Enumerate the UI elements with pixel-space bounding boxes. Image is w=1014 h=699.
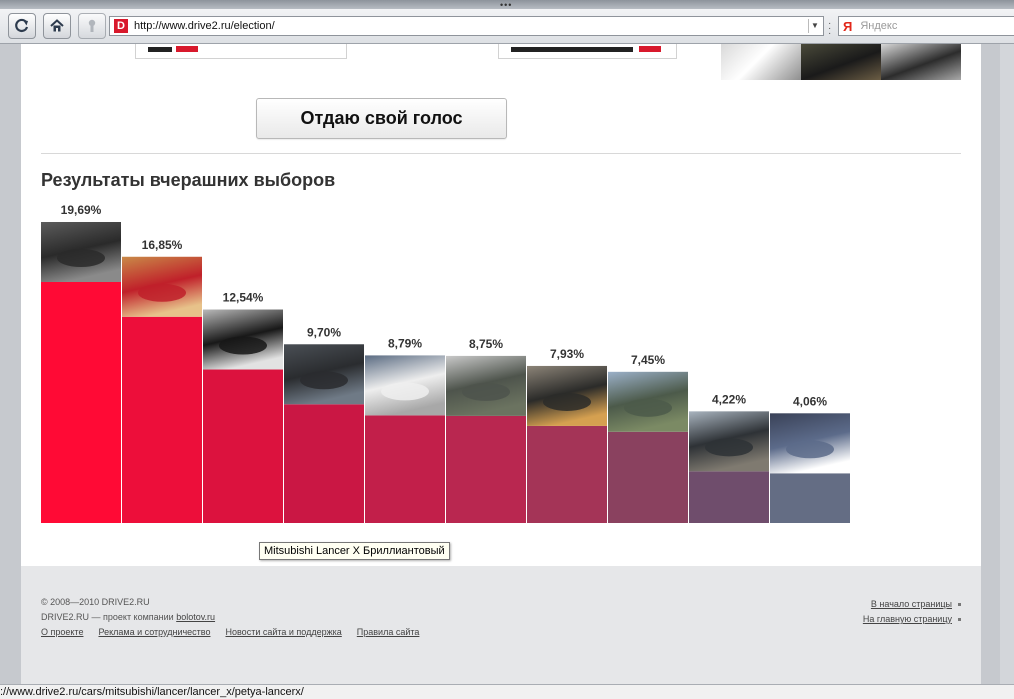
drag-grip-icon[interactable]: ••• xyxy=(500,1,512,10)
dropdown-icon[interactable]: ▼ xyxy=(808,19,821,33)
info-button[interactable] xyxy=(78,13,106,39)
chart-bar[interactable] xyxy=(446,415,526,523)
reload-icon xyxy=(15,18,29,33)
bullet-icon xyxy=(958,618,961,622)
bar-value-label: 19,69% xyxy=(61,203,102,217)
status-bar: ://www.drive2.ru/cars/mitsubishi/lancer/… xyxy=(0,684,1014,699)
tab-strip: ••• xyxy=(0,0,1014,10)
bar-value-label: 8,79% xyxy=(388,336,422,350)
chart-bar[interactable] xyxy=(122,316,202,523)
chart-bar[interactable] xyxy=(365,415,445,523)
address-bar[interactable]: D http://www.drive2.ru/election/ ▼ xyxy=(109,16,824,36)
home-button[interactable] xyxy=(43,13,71,39)
footer-link-news[interactable]: Новости сайта и поддержка xyxy=(226,627,342,637)
page-content: Отдаю свой голос Результаты вчерашних вы… xyxy=(21,44,981,684)
home-icon xyxy=(50,19,64,32)
car-tooltip: Mitsubishi Lancer X Бриллиантовый xyxy=(259,542,450,560)
bar-value-label: 9,70% xyxy=(307,325,341,339)
car-silhouette xyxy=(381,382,429,401)
chart-bar[interactable] xyxy=(284,404,364,523)
project-credit-text: DRIVE2.RU — проект компании xyxy=(41,612,177,622)
search-box[interactable]: Я Яндекс xyxy=(838,16,1014,36)
browser-toolbar: D http://www.drive2.ru/election/ ▼ · · · Я… xyxy=(0,9,1014,44)
bar-value-label: 7,45% xyxy=(631,353,665,367)
chart-bar[interactable] xyxy=(203,369,283,523)
chart-bar[interactable] xyxy=(770,473,850,523)
info-icon xyxy=(88,19,96,32)
car-silhouette xyxy=(300,371,348,390)
bar-value-label: 8,75% xyxy=(469,337,503,351)
car-silhouette xyxy=(57,249,105,267)
footer-link-advertising[interactable]: Реклама и сотрудничество xyxy=(98,627,210,637)
reload-button[interactable] xyxy=(8,13,36,39)
bar-value-label: 16,85% xyxy=(142,238,183,252)
car-silhouette xyxy=(705,438,753,457)
address-url[interactable]: http://www.drive2.ru/election/ xyxy=(134,20,275,32)
footer-link-rules[interactable]: Правила сайта xyxy=(357,627,420,637)
car-silhouette xyxy=(786,440,834,459)
results-bar-chart: 19,69% 16,85% 12,54% 9,70% 8,79% 8,75% 7,93% 7,… xyxy=(41,203,850,523)
site-favicon: D xyxy=(114,19,128,33)
bar-value-label: 7,93% xyxy=(550,347,584,361)
chart-bar[interactable] xyxy=(689,471,769,523)
to-home-link[interactable]: На главную страницу xyxy=(863,614,952,624)
project-credit: DRIVE2.RU — проект компании bolotov.ru xyxy=(41,612,215,622)
bolotov-link[interactable]: bolotov.ru xyxy=(176,612,215,622)
footer-nav: В начало страницы На главную страницу xyxy=(863,597,961,627)
car-silhouette xyxy=(462,382,510,401)
bar-value-label: 4,22% xyxy=(712,392,746,406)
page-footer: © 2008—2010 DRIVE2.RU DRIVE2.RU — проект… xyxy=(21,566,981,684)
chart-bar[interactable] xyxy=(608,431,688,523)
bullet-icon xyxy=(958,603,961,607)
toolbar-separator[interactable]: · · · xyxy=(828,19,832,39)
footer-links: О проекте Реклама и сотрудничество Новос… xyxy=(41,627,419,637)
car-silhouette xyxy=(624,398,672,417)
bar-value-label: 12,54% xyxy=(223,291,264,305)
search-input[interactable]: Яндекс xyxy=(860,20,897,32)
bar-value-label: 4,06% xyxy=(793,394,827,408)
chart-bar[interactable] xyxy=(527,425,607,523)
to-top-link[interactable]: В начало страницы xyxy=(871,599,952,609)
car-silhouette xyxy=(219,336,267,355)
car-silhouette xyxy=(138,283,186,302)
footer-link-about[interactable]: О проекте xyxy=(41,627,83,637)
copyright-text: © 2008—2010 DRIVE2.RU xyxy=(41,597,150,607)
chart-bar[interactable] xyxy=(41,282,121,523)
vertical-scrollbar[interactable] xyxy=(1000,44,1014,684)
status-url: ://www.drive2.ru/cars/mitsubishi/lancer/… xyxy=(0,686,304,698)
car-silhouette xyxy=(543,392,591,411)
page-viewport: Отдаю свой голос Результаты вчерашних вы… xyxy=(0,44,1014,684)
yandex-icon: Я xyxy=(843,18,853,34)
